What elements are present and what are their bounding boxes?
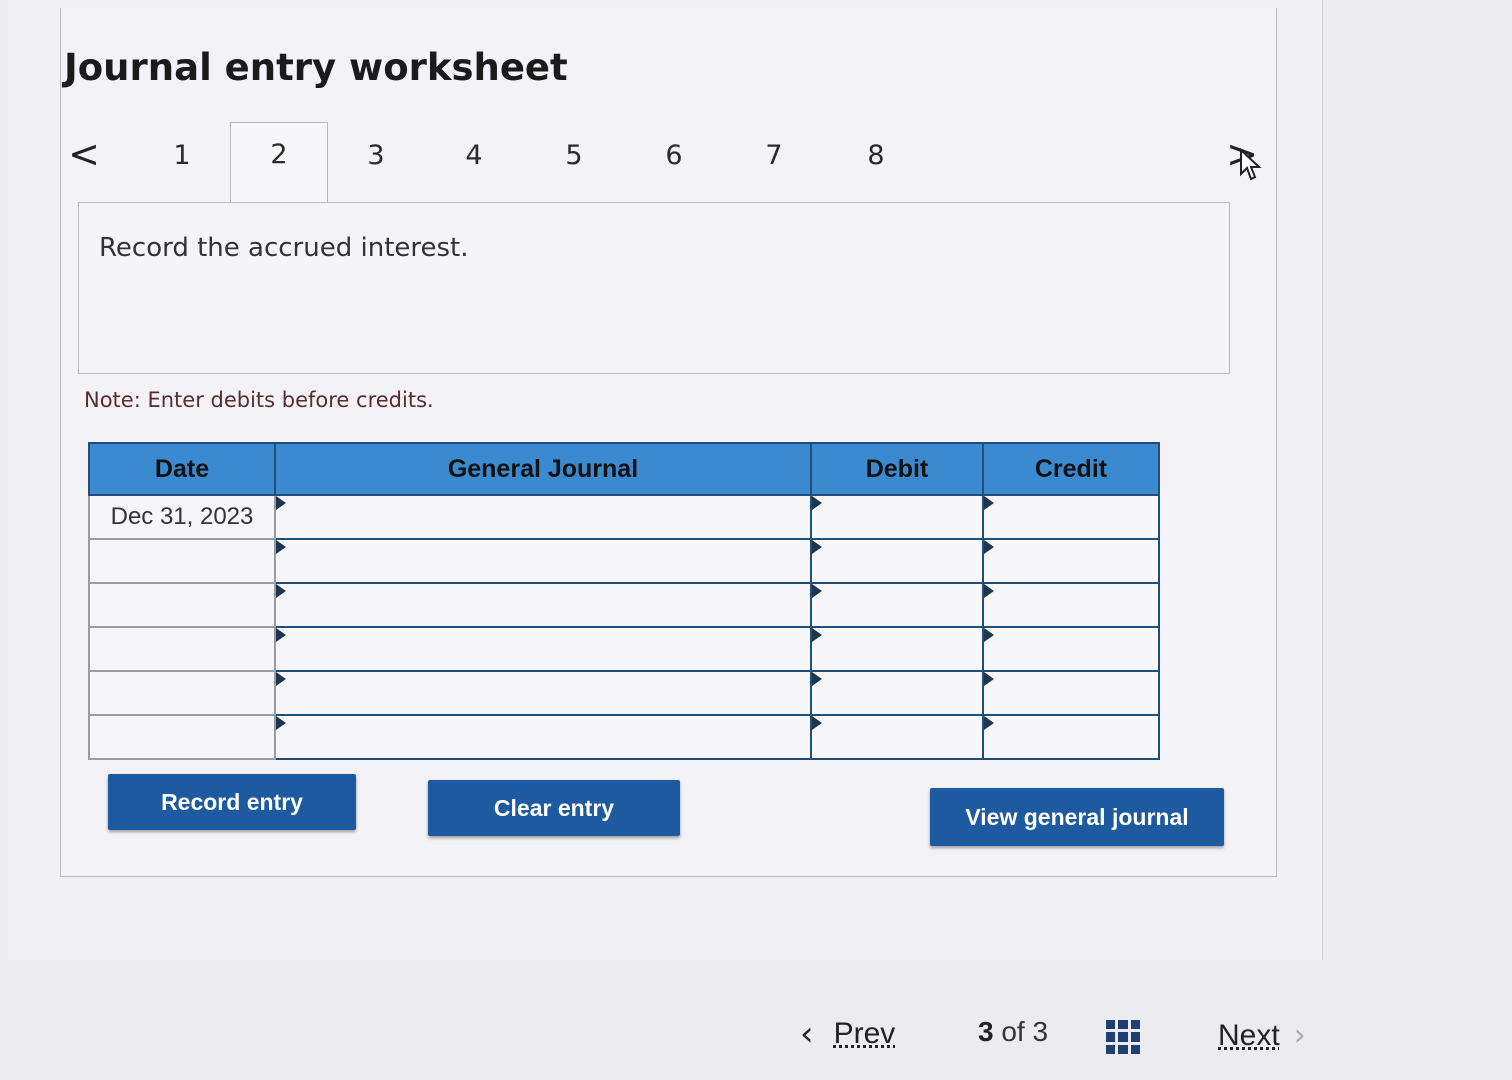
tab-step-4[interactable]: 4 — [426, 124, 522, 188]
date-cell[interactable] — [88, 582, 276, 628]
dropdown-flag-icon — [276, 672, 286, 686]
tab-step-2[interactable]: 2 — [230, 122, 328, 207]
table-header-row: Date General Journal Debit Credit — [88, 442, 1160, 496]
credit-input[interactable] — [982, 670, 1160, 716]
tab-step-8[interactable]: 8 — [828, 124, 924, 188]
credit-input[interactable] — [982, 538, 1160, 584]
date-cell[interactable] — [88, 670, 276, 716]
step-tab-bar: < 1 2 3 4 5 6 7 8 > — [64, 120, 1258, 207]
dropdown-flag-icon — [984, 540, 994, 554]
dropdown-flag-icon — [812, 584, 822, 598]
instruction-text: Record the accrued interest. — [99, 233, 469, 263]
dropdown-flag-icon — [984, 672, 994, 686]
account-input[interactable] — [274, 670, 812, 716]
view-general-journal-button[interactable]: View general journal — [930, 788, 1224, 846]
debit-input[interactable] — [810, 714, 984, 760]
dropdown-flag-icon — [812, 716, 822, 730]
date-cell[interactable]: Dec 31, 2023 — [88, 494, 276, 540]
credit-input[interactable] — [982, 626, 1160, 672]
account-input[interactable] — [274, 582, 812, 628]
dropdown-flag-icon — [276, 584, 286, 598]
prev-question-link[interactable]: ‹ Prev — [800, 1012, 895, 1056]
date-cell[interactable] — [88, 714, 276, 760]
dropdown-flag-icon — [276, 628, 286, 642]
prev-label: Prev — [833, 1017, 896, 1050]
table-row — [88, 626, 1160, 672]
of-label: of — [1001, 1016, 1025, 1047]
instruction-box: Record the accrued interest. — [78, 202, 1230, 374]
pagination-footer: ‹ Prev 3 of 3 Next › — [0, 1000, 1512, 1080]
next-question-link[interactable]: Next › — [1218, 1018, 1306, 1053]
chevron-left-icon: ‹ — [800, 1014, 814, 1054]
dropdown-flag-icon — [276, 716, 286, 730]
dropdown-flag-icon — [984, 628, 994, 642]
dropdown-flag-icon — [276, 496, 286, 510]
account-input[interactable] — [274, 538, 812, 584]
table-row — [88, 538, 1160, 584]
dropdown-flag-icon — [276, 540, 286, 554]
debit-input[interactable] — [810, 582, 984, 628]
credit-input[interactable] — [982, 582, 1160, 628]
record-entry-button[interactable]: Record entry — [108, 774, 356, 830]
mouse-cursor-icon — [1240, 148, 1262, 181]
table-row: Dec 31, 2023 — [88, 494, 1160, 540]
tab-step-1[interactable]: 1 — [134, 124, 230, 188]
current-page: 3 — [978, 1016, 994, 1047]
column-header-credit: Credit — [982, 442, 1160, 496]
account-input[interactable] — [274, 494, 812, 540]
column-header-general-journal: General Journal — [274, 442, 812, 496]
account-input[interactable] — [274, 714, 812, 760]
column-header-debit: Debit — [810, 442, 984, 496]
total-pages: 3 — [1032, 1016, 1049, 1047]
credit-input[interactable] — [982, 494, 1160, 540]
table-row — [88, 670, 1160, 716]
debit-input[interactable] — [810, 494, 984, 540]
journal-entry-table: Date General Journal Debit Credit Dec 31… — [88, 442, 1160, 760]
page-counter: 3 of 3 — [978, 1016, 1048, 1048]
page-title: Journal entry worksheet — [64, 46, 568, 89]
debit-input[interactable] — [810, 626, 984, 672]
clear-entry-button[interactable]: Clear entry — [428, 780, 680, 836]
debit-input[interactable] — [810, 670, 984, 716]
entry-note: Note: Enter debits before credits. — [84, 388, 434, 412]
next-label: Next — [1218, 1018, 1280, 1052]
dropdown-flag-icon — [984, 716, 994, 730]
grid-menu-icon[interactable] — [1106, 1020, 1140, 1054]
dropdown-flag-icon — [812, 540, 822, 554]
debit-input[interactable] — [810, 538, 984, 584]
credit-input[interactable] — [982, 714, 1160, 760]
tab-step-6[interactable]: 6 — [626, 124, 722, 188]
dropdown-flag-icon — [984, 496, 994, 510]
dropdown-flag-icon — [812, 672, 822, 686]
date-cell[interactable] — [88, 538, 276, 584]
column-header-date: Date — [88, 442, 276, 496]
tab-step-3[interactable]: 3 — [328, 124, 424, 188]
prev-step-chevron-icon[interactable]: < — [64, 132, 104, 176]
account-input[interactable] — [274, 626, 812, 672]
table-row — [88, 714, 1160, 760]
tab-step-7[interactable]: 7 — [726, 124, 822, 188]
chevron-right-icon: › — [1293, 1018, 1306, 1053]
dropdown-flag-icon — [984, 584, 994, 598]
tab-step-5[interactable]: 5 — [526, 124, 622, 188]
table-row — [88, 582, 1160, 628]
dropdown-flag-icon — [812, 496, 822, 510]
date-cell[interactable] — [88, 626, 276, 672]
dropdown-flag-icon — [812, 628, 822, 642]
